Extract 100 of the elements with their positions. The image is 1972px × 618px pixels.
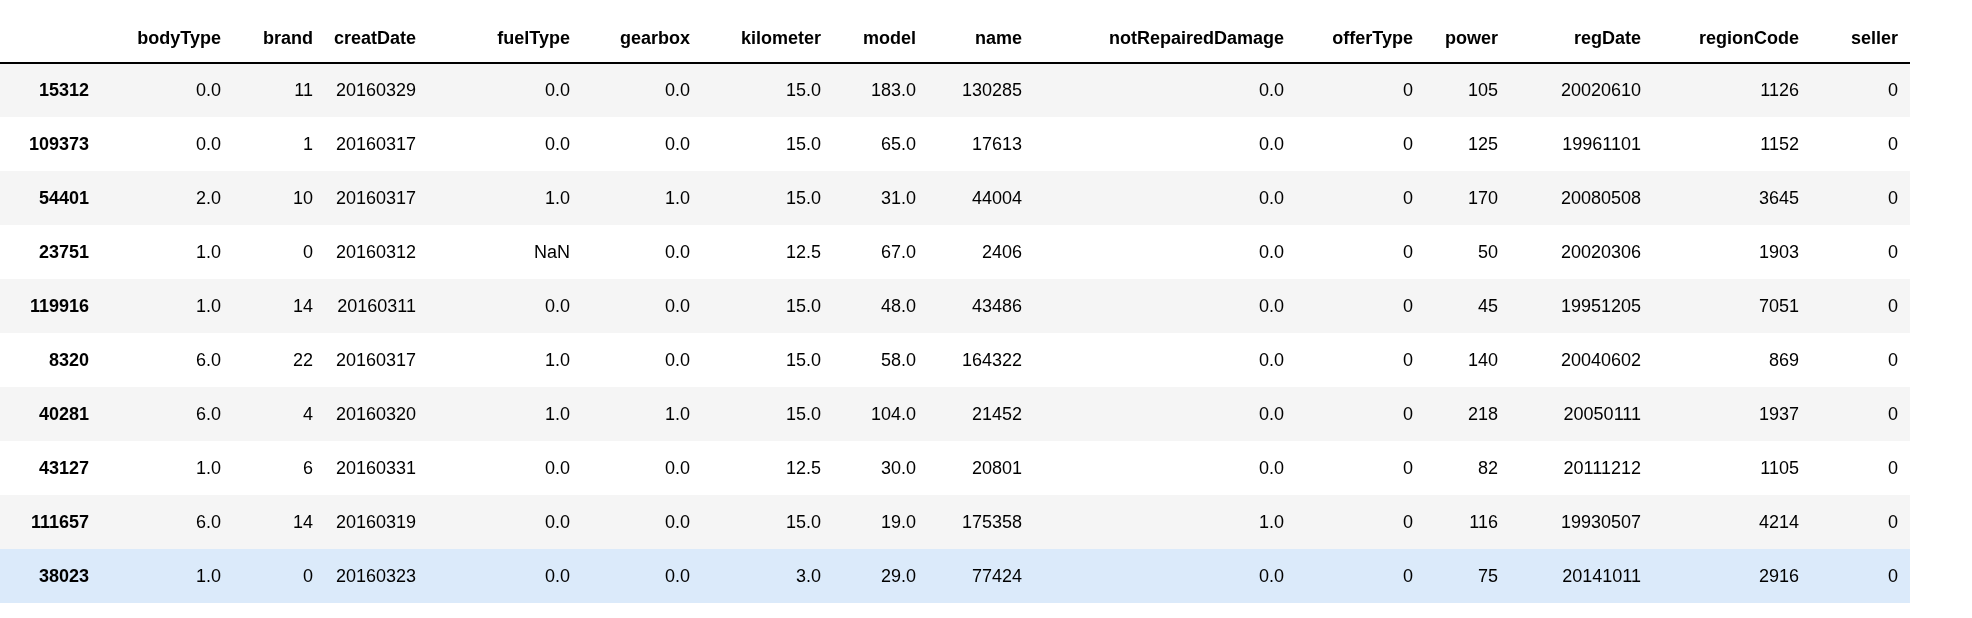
table-cell: 0.0 [582, 117, 702, 171]
table-cell: 0.0 [1034, 279, 1296, 333]
table-cell: 0.0 [582, 549, 702, 603]
table-cell: 1937 [1653, 387, 1811, 441]
table-cell: 2406 [928, 225, 1034, 279]
table-cell: 19951205 [1510, 279, 1653, 333]
table-cell: 0 [1811, 495, 1910, 549]
table-cell: 15.0 [702, 63, 833, 117]
table-cell: 17613 [928, 117, 1034, 171]
table-cell: 0.0 [582, 279, 702, 333]
row-index: 119916 [0, 279, 101, 333]
table-cell: 104.0 [833, 387, 928, 441]
table-cell: 1.0 [1034, 495, 1296, 549]
table-cell: 1.0 [101, 549, 233, 603]
table-cell: 65.0 [833, 117, 928, 171]
table-cell: 0.0 [101, 117, 233, 171]
table-cell: 19961101 [1510, 117, 1653, 171]
table-cell: 0.0 [428, 117, 582, 171]
table-cell: 77424 [928, 549, 1034, 603]
table-cell: 20160312 [325, 225, 428, 279]
table-cell: 4214 [1653, 495, 1811, 549]
table-cell: 170 [1425, 171, 1510, 225]
table-row[interactable]: 23751 1.0 0 20160312 NaN 0.0 12.5 67.0 2406 0.0 0 50 20020306 1903 0 [0, 225, 1910, 279]
table-cell: 20141011 [1510, 549, 1653, 603]
table-cell: 0.0 [1034, 333, 1296, 387]
table-cell: 0 [1811, 117, 1910, 171]
table-cell: 29.0 [833, 549, 928, 603]
table-cell: 116 [1425, 495, 1510, 549]
table-row[interactable]: 15312 0.0 11 20160329 0.0 0.0 15.0 183.0 130285 0.0 0 105 20020610 1126 0 [0, 63, 1910, 117]
table-cell: 0 [1296, 549, 1425, 603]
table-cell: 0.0 [1034, 63, 1296, 117]
table-cell: 30.0 [833, 441, 928, 495]
table-cell: 0 [1811, 549, 1910, 603]
table-cell: 1152 [1653, 117, 1811, 171]
table-cell: 0 [1296, 495, 1425, 549]
table-cell: 1.0 [428, 333, 582, 387]
row-index: 15312 [0, 63, 101, 117]
table-cell: 4 [233, 387, 325, 441]
table-cell: 20020306 [1510, 225, 1653, 279]
table-cell: 1126 [1653, 63, 1811, 117]
table-cell: 125 [1425, 117, 1510, 171]
table-cell: 0.0 [1034, 225, 1296, 279]
table-cell: 0.0 [1034, 441, 1296, 495]
table-cell: 20080508 [1510, 171, 1653, 225]
table-cell: 130285 [928, 63, 1034, 117]
table-cell: 1.0 [582, 387, 702, 441]
table-cell: 19.0 [833, 495, 928, 549]
table-cell: 20801 [928, 441, 1034, 495]
table-cell: 20160320 [325, 387, 428, 441]
table-cell: 15.0 [702, 333, 833, 387]
table-cell: 19930507 [1510, 495, 1653, 549]
row-index: 111657 [0, 495, 101, 549]
table-cell: 20040602 [1510, 333, 1653, 387]
table-cell: 0.0 [1034, 117, 1296, 171]
table-cell: 175358 [928, 495, 1034, 549]
table-cell: 20160317 [325, 333, 428, 387]
row-index: 109373 [0, 117, 101, 171]
table-row[interactable]: 119916 1.0 14 20160311 0.0 0.0 15.0 48.0 43486 0.0 0 45 19951205 7051 0 [0, 279, 1910, 333]
table-cell: 0 [1811, 225, 1910, 279]
table-cell: 75 [1425, 549, 1510, 603]
table-row[interactable]: 111657 6.0 14 20160319 0.0 0.0 15.0 19.0 175358 1.0 0 116 19930507 4214 0 [0, 495, 1910, 549]
table-cell: 20160317 [325, 171, 428, 225]
table-cell: 20160317 [325, 117, 428, 171]
row-index: 43127 [0, 441, 101, 495]
table-cell: 15.0 [702, 171, 833, 225]
table-cell: NaN [428, 225, 582, 279]
table-cell: 0 [1296, 171, 1425, 225]
table-cell: 0.0 [101, 63, 233, 117]
table-cell: 1.0 [101, 279, 233, 333]
table-row[interactable]: 40281 6.0 4 20160320 1.0 1.0 15.0 104.0 21452 0.0 0 218 20050111 1937 0 [0, 387, 1910, 441]
table-cell: 58.0 [833, 333, 928, 387]
table-cell: 0 [1296, 441, 1425, 495]
table-cell: 14 [233, 279, 325, 333]
table-cell: 0.0 [428, 279, 582, 333]
table-cell: 0.0 [428, 549, 582, 603]
table-cell: 0 [1296, 279, 1425, 333]
table-cell: 0 [1811, 171, 1910, 225]
table-cell: 105 [1425, 63, 1510, 117]
table-cell: 0.0 [1034, 171, 1296, 225]
row-index: 23751 [0, 225, 101, 279]
table-cell: 2.0 [101, 171, 233, 225]
table-row[interactable]: 109373 0.0 1 20160317 0.0 0.0 15.0 65.0 17613 0.0 0 125 19961101 1152 0 [0, 117, 1910, 171]
table-cell: 1 [233, 117, 325, 171]
table-cell: 7051 [1653, 279, 1811, 333]
table-cell: 15.0 [702, 387, 833, 441]
table-cell: 20160323 [325, 549, 428, 603]
table-cell: 0 [1811, 63, 1910, 117]
table-cell: 20160319 [325, 495, 428, 549]
table-row[interactable]: 43127 1.0 6 20160331 0.0 0.0 12.5 30.0 20801 0.0 0 82 20111212 1105 0 [0, 441, 1910, 495]
table-cell: 31.0 [833, 171, 928, 225]
table-cell: 183.0 [833, 63, 928, 117]
table-cell: 3.0 [702, 549, 833, 603]
table-cell: 0 [1296, 63, 1425, 117]
table-row[interactable]: 54401 2.0 10 20160317 1.0 1.0 15.0 31.0 44004 0.0 0 170 20080508 3645 0 [0, 171, 1910, 225]
table-cell: 21452 [928, 387, 1034, 441]
table-cell: 12.5 [702, 225, 833, 279]
table-cell: 0 [1811, 387, 1910, 441]
table-cell: 0 [1296, 333, 1425, 387]
table-row[interactable]: 8320 6.0 22 20160317 1.0 0.0 15.0 58.0 164322 0.0 0 140 20040602 869 0 [0, 333, 1910, 387]
table-cell: 0.0 [428, 441, 582, 495]
